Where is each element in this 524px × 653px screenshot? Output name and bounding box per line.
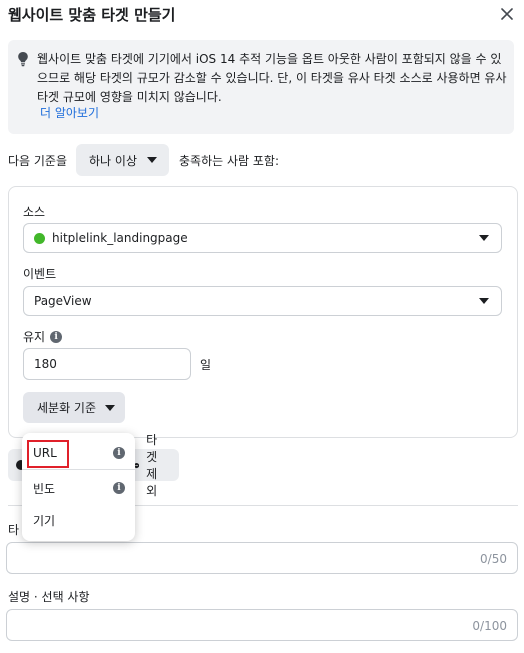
menu-item-frequency[interactable]: 빈도 i [22,471,135,505]
menu-item-device[interactable]: 기기 [22,503,135,537]
menu-item-label: URL [33,446,57,460]
exclude-audience-button[interactable]: 타겟 제외 [128,433,180,498]
source-value: hitplelink_landingpage [52,231,188,245]
refine-by-menu: URL i 빈도 i 기기 [22,433,135,541]
caret-down-icon [479,298,489,304]
event-value: PageView [34,294,92,308]
event-select[interactable]: PageView [23,286,502,316]
lightbulb-icon [17,51,29,71]
menu-divider [22,469,135,470]
name-char-counter: 0/50 [480,552,507,566]
caret-down-icon [479,235,489,241]
criteria-suffix: 충족하는 사람 포함: [179,153,279,168]
close-button[interactable] [497,4,517,24]
match-type-value: 하나 이상 [89,153,137,168]
dialog-title: 웹사이트 맞춤 타겟 만들기 [8,6,176,24]
description-input[interactable]: 0/100 [6,609,518,641]
info-icon[interactable]: i [113,482,125,494]
menu-item-url[interactable]: URL i [22,436,135,470]
criteria-prefix: 다음 기준을 [8,153,68,168]
exclude-label: 타겟 제외 [146,433,158,498]
match-type-dropdown[interactable]: 하나 이상 [76,144,169,176]
audience-name-input[interactable]: 0/50 [6,542,518,574]
menu-item-label: 빈도 [33,481,56,496]
caret-down-icon [147,157,157,163]
source-status-dot [34,232,45,244]
audience-name-label: 타 [8,523,20,537]
ios14-info-banner: 웹사이트 맞춤 타겟에 기기에서 iOS 14 추적 기능을 옵트 아웃한 사람… [8,40,514,134]
rule-card: 소스 hitplelink_landingpage 이벤트 PageView 유… [8,186,518,438]
refine-by-button[interactable]: 세분화 기준 [23,392,126,423]
event-label: 이벤트 [23,267,57,281]
description-label: 설명 · 선택 사항 [8,590,90,604]
source-select[interactable]: hitplelink_landingpage [23,223,502,253]
info-icon[interactable]: i [50,330,63,343]
info-text: 웹사이트 맞춤 타겟에 기기에서 iOS 14 추적 기능을 옵트 아웃한 사람… [37,52,507,104]
info-icon[interactable]: i [113,447,125,459]
description-char-counter: 0/100 [472,619,507,633]
menu-item-label: 기기 [33,513,56,528]
retention-unit: 일 [200,358,212,372]
close-icon [501,8,513,20]
learn-more-link[interactable]: 더 알아보기 [40,104,99,121]
retention-value: 180 [34,357,57,371]
source-label: 소스 [23,205,46,219]
retention-label-row: 유지 i [23,328,63,345]
criteria-row: 다음 기준을 하나 이상 충족하는 사람 포함: [8,143,279,177]
caret-down-icon [105,404,116,411]
retention-input[interactable]: 180 [23,348,191,380]
refine-by-label: 세분화 기준 [37,401,97,415]
retention-label: 유지 [23,330,46,344]
